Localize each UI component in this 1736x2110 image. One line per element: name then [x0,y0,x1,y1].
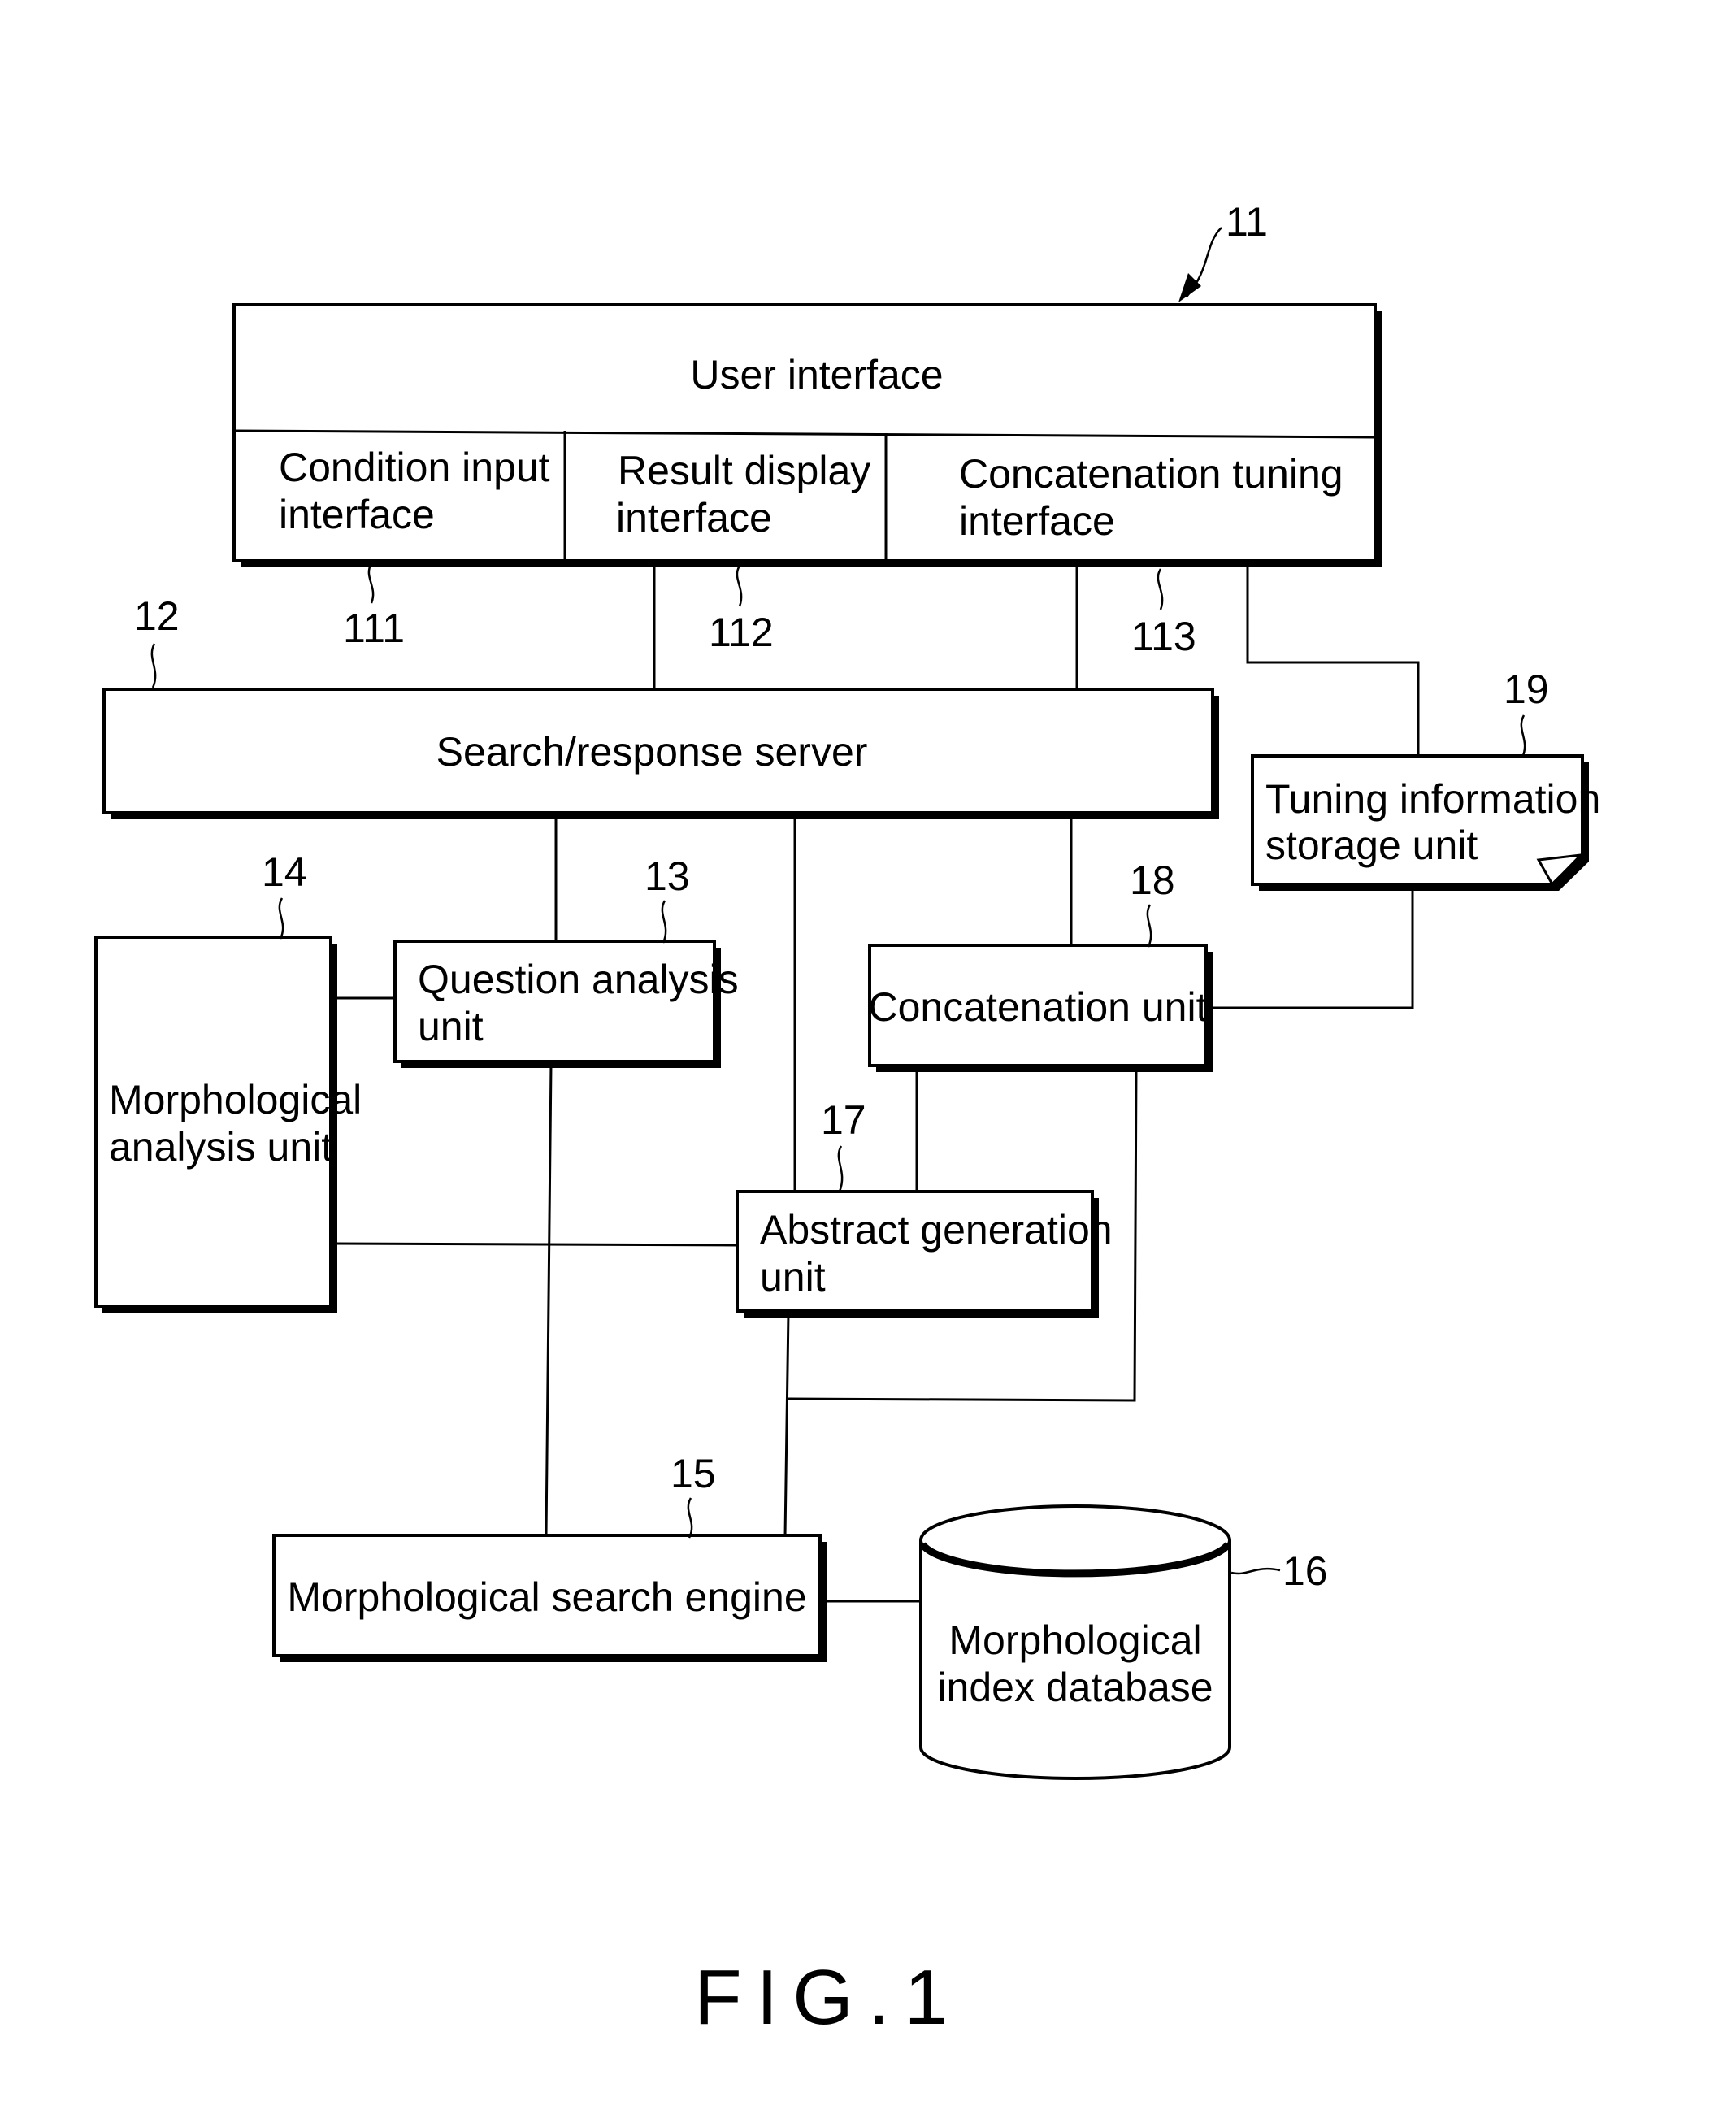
ref-113: 113 [1131,614,1196,659]
connector-morph-abstract [332,1242,739,1247]
ref-16: 16 [1282,1548,1328,1594]
morph-search-engine-label: Morphological search engine [287,1574,806,1620]
ref-17: 17 [821,1097,866,1143]
question-analysis-block: Question analysis unit [393,940,739,1068]
ref-112: 112 [709,610,774,655]
connector-ui-tuning-storage [1246,566,1420,756]
abstract-generation-block: Abstract generation unit [736,1190,1113,1318]
morph-search-engine-block: Morphological search engine [272,1534,827,1662]
ref-111-leader [367,562,375,604]
ref-11: 11 [1226,199,1268,245]
connector-question-search [545,1062,553,1537]
condition-input-label-2: interface [279,492,435,537]
ref-12-leader [150,643,157,688]
concatenation-unit-block: Concatenation unit [868,944,1213,1072]
morph-index-database-cylinder: Morphological index database [919,1504,1231,1780]
ref-113-leader [1157,568,1164,610]
ref-15-leader [687,1497,693,1539]
figure-caption: FIG.1 [694,1954,962,2041]
concat-tuning-label-2: interface [959,498,1115,544]
ref-19-leader [1520,714,1526,758]
ref-16-leader [1230,1567,1281,1575]
tuning-storage-label-1: Tuning information [1265,776,1600,822]
block-diagram: User interface Condition input interface… [94,199,1600,2041]
ref-111: 111 [343,606,405,651]
question-analysis-label-1: Question analysis [418,957,739,1002]
result-display-label-2: interface [616,495,772,541]
ref-13: 13 [644,853,690,899]
morph-analysis-label-2: analysis unit [109,1124,332,1170]
result-display-label-1: Result display [618,448,870,493]
morph-index-db-label-2: index database [937,1665,1213,1710]
search-server-label: Search/response server [436,729,868,775]
ref-17-leader [837,1145,844,1192]
ref-14-leader [278,897,284,940]
ref-19: 19 [1504,666,1549,712]
connector-abstract-search [783,1312,790,1538]
user-interface-block: User interface Condition input interface… [232,303,1382,567]
morph-analysis-label-1: Morphological [109,1077,362,1122]
ref-13-leader [661,900,667,944]
concatenation-unit-label: Concatenation unit [869,984,1208,1030]
morph-index-db-label-1: Morphological [948,1617,1201,1663]
question-analysis-label-2: unit [418,1004,484,1049]
ref-18: 18 [1130,857,1175,903]
tuning-storage-label-2: storage unit [1265,823,1478,868]
concat-tuning-label-1: Concatenation tuning [959,451,1343,497]
condition-input-label-1: Condition input [279,445,550,490]
ref-18-leader [1146,904,1152,948]
user-interface-label: User interface [690,352,943,397]
tuning-storage-block: Tuning information storage unit [1251,754,1600,891]
abstract-generation-label-2: unit [760,1254,826,1300]
morph-analysis-block: Morphological analysis unit [94,936,362,1313]
ref-14: 14 [262,849,307,895]
abstract-generation-label-1: Abstract generation [760,1207,1113,1253]
ref-112-leader [736,565,743,607]
search-response-server-block: Search/response server [102,688,1219,819]
arrowhead-icon [1178,273,1201,302]
ref-12: 12 [134,593,180,639]
connector-tuning-storage-concat [1208,886,1414,1009]
ref-15: 15 [671,1451,716,1496]
